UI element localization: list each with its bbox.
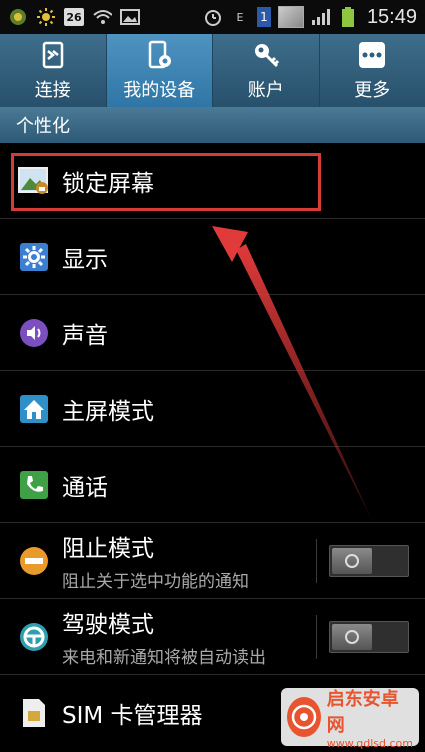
block-mode-toggle[interactable] <box>329 545 409 577</box>
tab-accounts[interactable]: 账户 <box>213 34 320 107</box>
tab-connections[interactable]: 连接 <box>0 34 107 107</box>
screen: 26 E 1 15:49 连接 我的设备 账户 更多 个性化 锁定屏幕 显示 声… <box>0 0 425 752</box>
item-label: 主屏模式 <box>62 398 154 425</box>
item-label: 锁定屏幕 <box>62 170 154 197</box>
alarm-icon <box>203 7 223 27</box>
item-label: 声音 <box>62 322 108 349</box>
driving-mode-toggle[interactable] <box>329 621 409 653</box>
item-label: 显示 <box>62 246 108 273</box>
list-item-lock-screen[interactable]: 锁定屏幕 <box>0 143 425 219</box>
wifi-icon <box>92 7 112 27</box>
more-dots-icon <box>357 40 387 70</box>
sim-card-icon <box>18 697 50 729</box>
status-time: 15:49 <box>366 5 417 28</box>
tab-label: 我的设备 <box>123 79 196 101</box>
toggle-off-icon <box>345 554 359 568</box>
watermark-url: www.qdlsd.com <box>326 736 413 750</box>
list-item-call[interactable]: 通话 <box>0 447 425 523</box>
item-label: 驾驶模式 <box>62 612 154 638</box>
notification-thumbnail-icon <box>277 6 304 28</box>
list-item-display[interactable]: 显示 <box>0 219 425 295</box>
tab-my-device[interactable]: 我的设备 <box>106 34 213 107</box>
network-type-icon: E <box>236 10 244 24</box>
settings-tabs: 连接 我的设备 账户 更多 <box>0 34 425 109</box>
toggle-divider <box>316 615 317 659</box>
driving-mode-icon <box>18 621 50 653</box>
watermark-logo-icon <box>287 697 321 737</box>
accounts-key-icon <box>251 40 281 70</box>
toggle-knob <box>332 548 372 574</box>
toggle-off-icon <box>345 630 359 644</box>
my-device-icon <box>144 40 174 70</box>
status-bar: 26 E 1 15:49 <box>0 0 425 34</box>
toggle-knob <box>332 624 372 650</box>
item-label: SIM 卡管理器 <box>62 703 203 729</box>
sim-icon: 1 <box>256 7 271 27</box>
sound-icon <box>18 317 50 349</box>
lock-screen-icon <box>18 165 50 197</box>
connections-icon <box>38 40 68 70</box>
block-mode-icon <box>18 545 50 577</box>
list-item-driving-mode[interactable]: 驾驶模式 来电和新通知将被自动读出 <box>0 599 425 675</box>
list-item-sound[interactable]: 声音 <box>0 295 425 371</box>
list-item-block-mode[interactable]: 阻止模式 阻止关于选中功能的通知 <box>0 523 425 599</box>
tab-label: 账户 <box>247 79 284 101</box>
item-label: 阻止模式 <box>62 536 154 562</box>
signal-app-icon <box>8 7 28 27</box>
item-subtitle: 来电和新通知将被自动读出 <box>62 648 266 668</box>
settings-list: 锁定屏幕 显示 声音 主屏模式 通话 阻止模式 阻止关于选中功能的通知 驾驶模式… <box>0 143 425 751</box>
watermark: 启东安卓网 www.qdlsd.com <box>281 688 419 750</box>
display-gear-icon <box>18 241 50 273</box>
home-screen-icon <box>18 393 50 425</box>
tab-label: 连接 <box>34 79 71 101</box>
phone-call-icon <box>18 469 50 501</box>
brightness-icon <box>36 7 56 27</box>
tab-more[interactable]: 更多 <box>320 34 425 107</box>
item-subtitle: 阻止关于选中功能的通知 <box>62 572 249 592</box>
item-label: 通话 <box>62 474 108 501</box>
battery-icon <box>338 7 358 27</box>
list-item-home-screen[interactable]: 主屏模式 <box>0 371 425 447</box>
image-icon <box>120 7 140 27</box>
toggle-divider <box>316 539 317 583</box>
tab-label: 更多 <box>354 79 391 101</box>
section-header: 个性化 <box>0 107 425 143</box>
cell-signal-icon <box>311 7 331 27</box>
calendar-icon: 26 <box>64 8 84 26</box>
watermark-title: 启东安卓网 <box>326 688 399 736</box>
